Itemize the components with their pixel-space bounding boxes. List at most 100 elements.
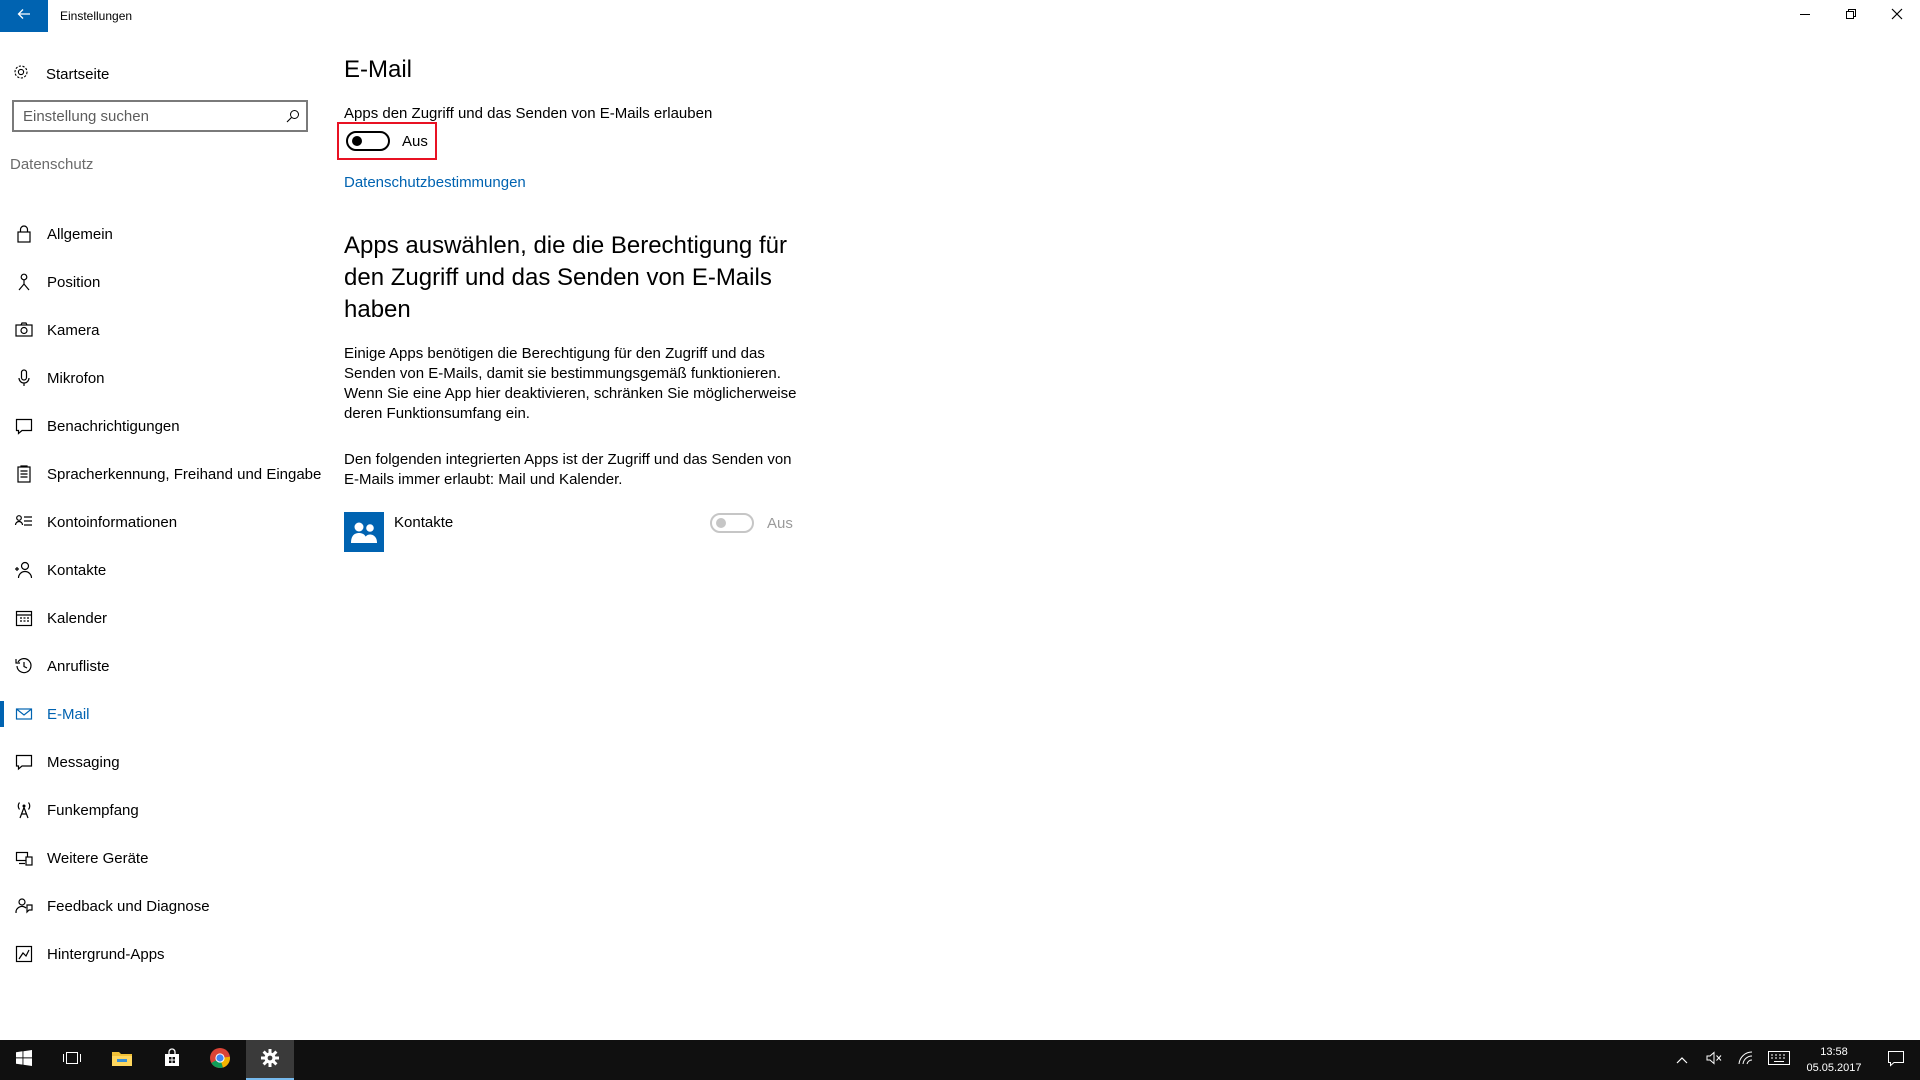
sidebar-item-label: Messaging: [47, 753, 120, 771]
taskbar: 13:58 05.05.2017: [0, 1040, 1920, 1080]
sidebar-item-kamera[interactable]: Kamera: [0, 306, 330, 354]
keyboard-icon: [1768, 1050, 1790, 1070]
keyboard-button[interactable]: [1764, 1040, 1794, 1080]
contacts-icon: [14, 560, 34, 580]
camera-icon: [14, 320, 34, 340]
sidebar-item-mikrofon[interactable]: Mikrofon: [0, 354, 330, 402]
app-toggle-state: Aus: [767, 515, 793, 532]
sidebar-item-hintergrund-apps[interactable]: Hintergrund-Apps: [0, 930, 330, 978]
action-center-button[interactable]: [1876, 1040, 1916, 1080]
arrow-left-icon: [16, 6, 32, 27]
lock-icon: [14, 224, 34, 244]
home-label: Startseite: [46, 65, 110, 83]
sidebar-item-feedback-und-diagnose[interactable]: Feedback und Diagnose: [0, 882, 330, 930]
allow-toggle-state: Aus: [402, 132, 428, 150]
main-content: E-Mail Apps den Zugriff und das Senden v…: [337, 32, 1904, 1040]
sidebar-item-kontoinformationen[interactable]: Kontoinformationen: [0, 498, 330, 546]
sidebar-item-label: Hintergrund-Apps: [47, 945, 165, 963]
show-hidden-icons-button[interactable]: [1668, 1040, 1696, 1080]
calendar-icon: [14, 608, 34, 628]
task-view-icon: [62, 1050, 82, 1071]
network-button[interactable]: [1732, 1040, 1760, 1080]
sidebar-item-funkempfang[interactable]: Funkempfang: [0, 786, 330, 834]
minimize-icon: [1799, 7, 1811, 25]
section-heading: Apps auswählen, die die Berechtigung für…: [344, 232, 787, 323]
sidebar-item-label: Position: [47, 273, 101, 291]
mail-icon: [14, 704, 34, 724]
gear-icon: [12, 63, 30, 86]
location-person-icon: [14, 272, 34, 292]
history-icon: [14, 656, 34, 676]
chat-icon: [14, 752, 34, 772]
chrome-button[interactable]: [196, 1040, 244, 1080]
sidebar-item-benachrichtigungen[interactable]: Benachrichtigungen: [0, 402, 330, 450]
restore-button[interactable]: [1828, 0, 1874, 32]
sidebar-item-spracherkennung-freihand-und-eingabe[interactable]: Spracherkennung, Freihand und Eingabe: [0, 450, 330, 498]
page-title: E-Mail: [344, 56, 413, 83]
restore-icon: [1845, 7, 1857, 25]
devices-icon: [14, 848, 34, 868]
app-row-kontakte: Kontakte Aus: [344, 512, 804, 552]
sidebar-item-position[interactable]: Position: [0, 258, 330, 306]
sidebar-item-label: Anrufliste: [47, 657, 110, 675]
sidebar-item-label: Benachrichtigungen: [47, 417, 180, 435]
section-header: Datenschutz: [10, 156, 94, 173]
app-name: Kontakte: [394, 514, 454, 531]
builtin-note-text: Den folgenden integrierten Apps ist der …: [344, 451, 792, 488]
task-view-button[interactable]: [48, 1040, 96, 1080]
sidebar-item-e-mail[interactable]: E-Mail: [0, 690, 330, 738]
start-button[interactable]: [0, 1040, 48, 1080]
sidebar-item-weitere-geräte[interactable]: Weitere Geräte: [0, 834, 330, 882]
sidebar-item-label: Funkempfang: [47, 801, 139, 819]
app-toggle-kontakte[interactable]: [710, 513, 754, 533]
close-button[interactable]: [1874, 0, 1920, 32]
file-explorer-button[interactable]: [98, 1040, 146, 1080]
sidebar-item-label: Kontoinformationen: [47, 513, 178, 531]
notification-icon: [1887, 1049, 1905, 1072]
people-icon: [344, 512, 384, 552]
sidebar-item-anrufliste[interactable]: Anrufliste: [0, 642, 330, 690]
sidebar-item-label: Weitere Geräte: [47, 849, 149, 867]
sidebar-item-label: Kalender: [47, 609, 108, 627]
back-button[interactable]: [0, 0, 48, 32]
home-link[interactable]: Startseite: [12, 58, 109, 90]
sidebar-item-messaging[interactable]: Messaging: [0, 738, 330, 786]
store-button[interactable]: [148, 1040, 196, 1080]
sidebar: Startseite Datenschutz Allgemein Position…: [0, 32, 330, 1040]
wifi-icon: [1738, 1050, 1754, 1070]
sidebar-item-label: Mikrofon: [47, 369, 105, 387]
microphone-icon: [14, 368, 34, 388]
clock[interactable]: 13:58 05.05.2017: [1796, 1044, 1872, 1076]
sidebar-item-label: E-Mail: [47, 705, 90, 723]
sidebar-item-kalender[interactable]: Kalender: [0, 594, 330, 642]
clock-time: 13:58: [1820, 1046, 1848, 1058]
clipboard-icon: [14, 464, 34, 484]
allow-email-toggle[interactable]: [346, 131, 390, 151]
sidebar-item-label: Feedback und Diagnose: [47, 897, 210, 915]
sidebar-item-allgemein[interactable]: Allgemein: [0, 210, 330, 258]
nav-list: Allgemein Position Kamera Mikrofon Benachric…: [0, 210, 330, 978]
sidebar-item-label: Allgemein: [47, 225, 113, 243]
allow-label: Apps den Zugriff und das Senden von E-Ma…: [344, 105, 713, 122]
settings-gear-icon: [260, 1048, 280, 1073]
toggle-knob: [352, 136, 362, 146]
antenna-icon: [14, 800, 34, 820]
file-explorer-icon: [111, 1049, 133, 1072]
privacy-link[interactable]: Datenschutzbestimmungen: [344, 174, 526, 191]
search-box[interactable]: [12, 100, 308, 132]
search-icon[interactable]: [286, 109, 300, 128]
search-input[interactable]: [23, 107, 273, 125]
account-info-icon: [14, 512, 34, 532]
window-title: Einstellungen: [60, 9, 133, 23]
title-bar: Einstellungen: [0, 0, 1920, 32]
allow-toggle-highlight: Aus: [337, 122, 437, 160]
volume-button[interactable]: [1700, 1040, 1728, 1080]
feedback-icon: [14, 896, 34, 916]
minimize-button[interactable]: [1782, 0, 1828, 32]
background-apps-icon: [14, 944, 34, 964]
sidebar-item-kontakte[interactable]: Kontakte: [0, 546, 330, 594]
close-icon: [1891, 7, 1903, 25]
settings-taskbar-button[interactable]: [246, 1040, 294, 1080]
chrome-icon: [209, 1047, 231, 1074]
sidebar-item-label: Kamera: [47, 321, 100, 339]
